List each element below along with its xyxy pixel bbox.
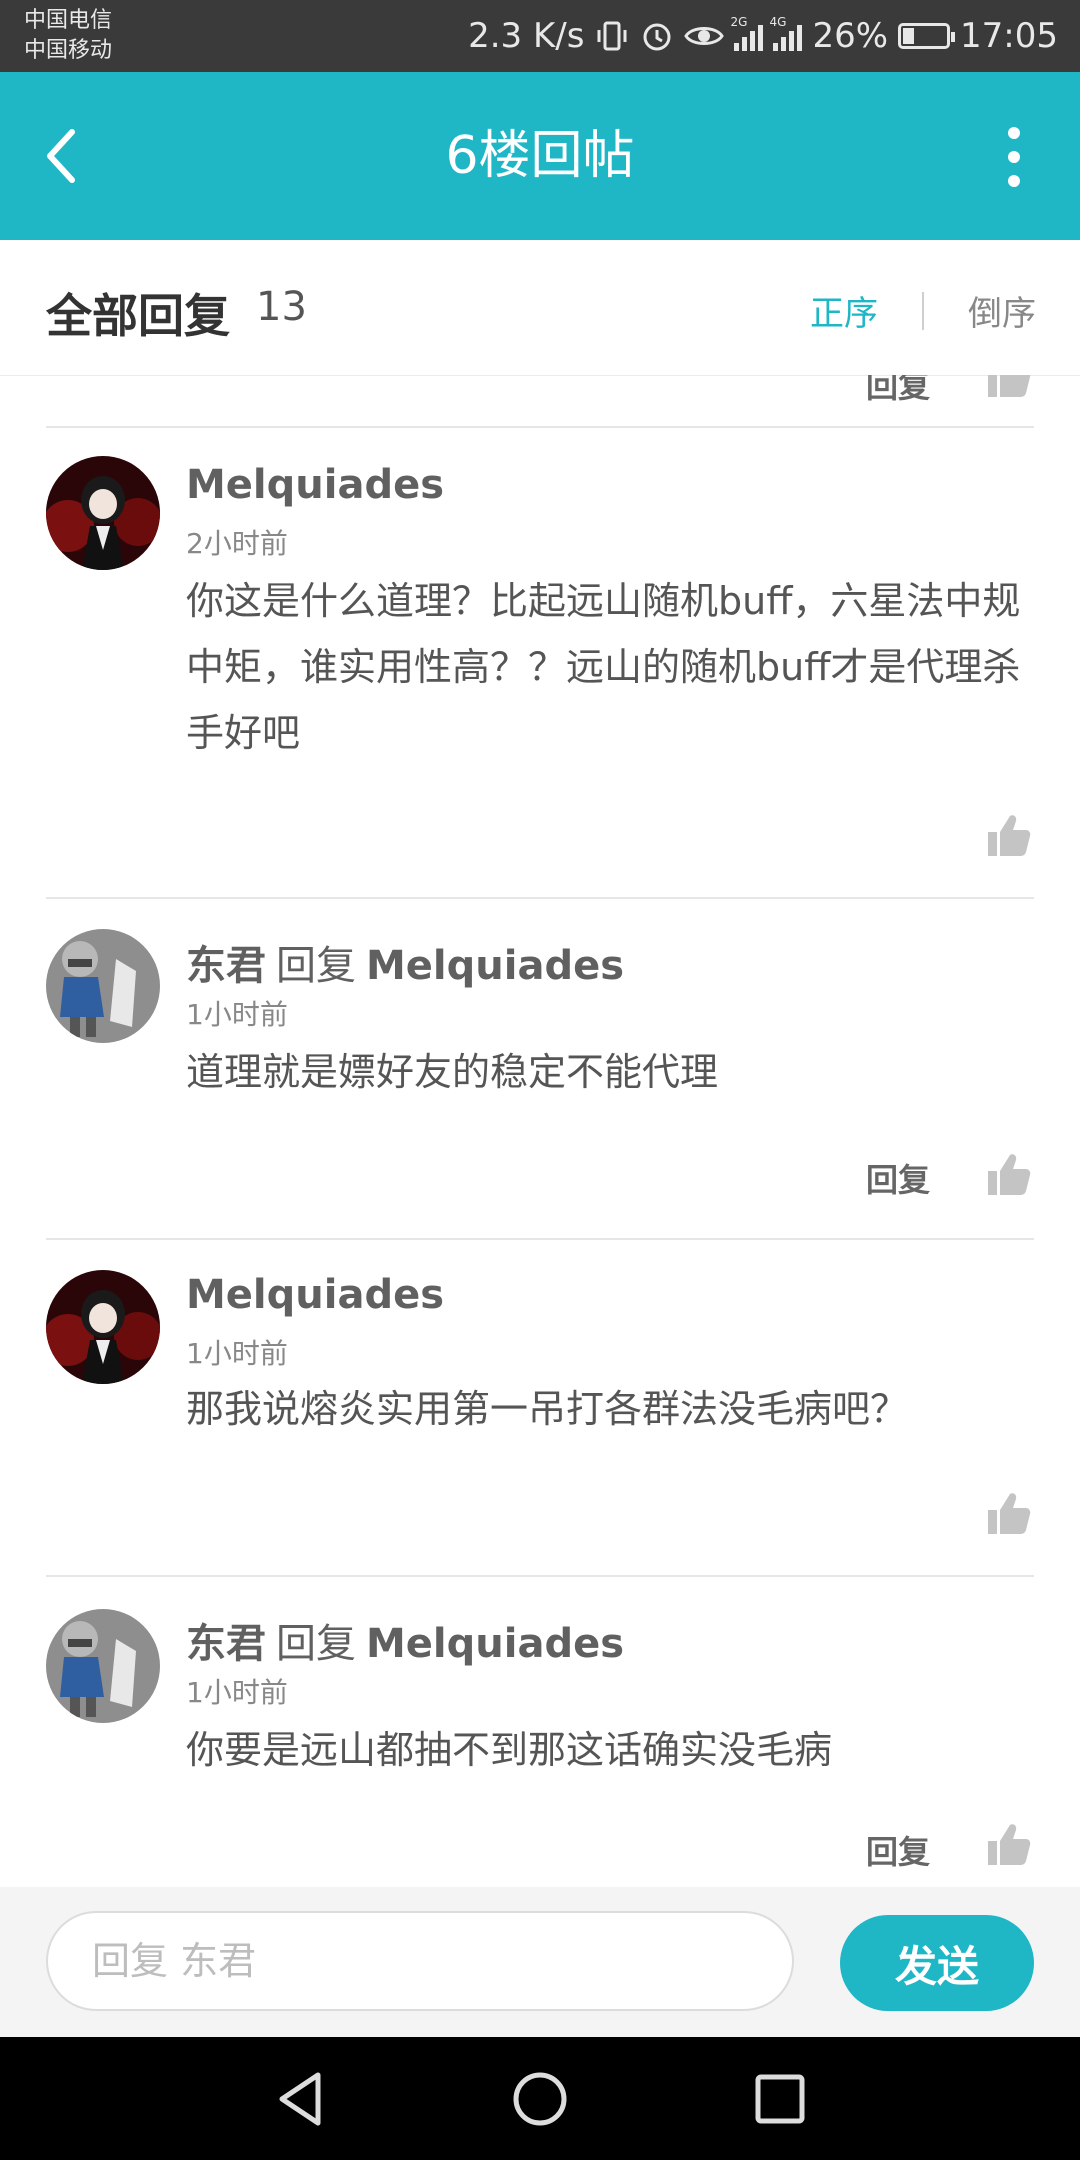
carrier-1: 中国电信 xyxy=(24,8,113,33)
square-recent-icon[interactable] xyxy=(748,2067,812,2131)
dark-anime-avatar-icon xyxy=(46,1270,160,1384)
status-bar: 中国电信 中国移动 2.3 K/s 2G 4G 26% 17:05 xyxy=(0,0,1080,72)
thumbs-up-icon[interactable] xyxy=(984,1149,1034,1199)
thumbs-up-icon[interactable] xyxy=(984,1488,1034,1538)
carrier-info: 中国电信 中国移动 xyxy=(24,6,112,66)
battery-icon xyxy=(898,23,956,49)
triangle-back-icon[interactable] xyxy=(270,2067,334,2131)
sort-divider xyxy=(922,291,924,330)
list-item: 东君 回复 Melquiades 1小时前 道理就是嫖好友的稳定不能代理 回复 xyxy=(0,899,1080,1238)
reply-word: 回复 xyxy=(276,1621,356,1667)
reply-time: 1小时前 xyxy=(186,998,288,1031)
list-item: 东君 回复 Melquiades 1小时前 你要是远山都抽不到那这话确实没毛病 回复 xyxy=(0,1577,1080,1887)
signal-4g-icon: 4G xyxy=(769,15,803,51)
thumbs-up-icon[interactable] xyxy=(984,1819,1034,1869)
more-options-button[interactable] xyxy=(984,122,1044,192)
reply-button[interactable]: 回复 xyxy=(866,1155,930,1201)
reply-content[interactable]: 那我说熔炎实用第一吊打各群法没毛病吧？ xyxy=(186,1376,1026,1442)
more-vertical-icon xyxy=(1008,127,1020,139)
network-speed: 2.3 K/s xyxy=(468,16,585,56)
reply-target-name[interactable]: Melquiades xyxy=(366,943,624,989)
avatar[interactable] xyxy=(46,456,160,570)
reply-time: 2小时前 xyxy=(186,527,288,560)
reply-word: 回复 xyxy=(276,943,356,989)
dark-anime-avatar-icon xyxy=(46,456,160,570)
signal-4g-tag: 4G xyxy=(769,15,787,29)
author-name[interactable]: 东君 xyxy=(186,1621,266,1667)
alarm-icon xyxy=(640,19,674,53)
reply-target-name[interactable]: Melquiades xyxy=(366,1621,624,1667)
replies-title: 全部回复 xyxy=(46,289,230,343)
thumbs-up-icon[interactable] xyxy=(984,810,1034,860)
author-name[interactable]: Melquiades xyxy=(186,462,444,508)
circle-home-icon[interactable] xyxy=(508,2067,572,2131)
avatar[interactable] xyxy=(46,1270,160,1384)
knight-avatar-icon xyxy=(46,1609,160,1723)
author-name[interactable]: 东君 xyxy=(186,943,266,989)
reply-input-bar: 发送 xyxy=(0,1887,1080,2037)
thumbs-up-icon[interactable] xyxy=(984,375,1034,401)
reply-list[interactable]: 回复 Melquiades 2小时前 你这是什么道理？比起远山随机buff，六星… xyxy=(0,375,1080,1887)
partial-reply-button[interactable]: 回复 xyxy=(866,375,930,407)
reply-content[interactable]: 道理就是嫖好友的稳定不能代理 xyxy=(186,1039,1026,1105)
author-name[interactable]: Melquiades xyxy=(186,1272,444,1318)
replies-count: 13 xyxy=(256,284,307,330)
send-button[interactable]: 发送 xyxy=(840,1915,1034,2011)
vibrate-icon xyxy=(594,18,630,54)
replies-header: 全部回复 13 正序 倒序 xyxy=(0,240,1080,376)
page-title: 6楼回帖 xyxy=(445,126,635,186)
clock: 17:05 xyxy=(960,16,1058,56)
reply-content[interactable]: 你这是什么道理？比起远山随机buff，六星法中规中矩，谁实用性高？？远山的随机b… xyxy=(186,568,1026,766)
reply-button[interactable]: 回复 xyxy=(866,1827,930,1873)
carrier-2: 中国移动 xyxy=(24,38,113,63)
knight-avatar-icon xyxy=(46,929,160,1043)
sort-descending-button[interactable]: 倒序 xyxy=(968,286,1036,335)
battery-percent: 26% xyxy=(812,16,889,56)
list-item: Melquiades 1小时前 那我说熔炎实用第一吊打各群法没毛病吧？ xyxy=(0,1240,1080,1575)
reply-time: 1小时前 xyxy=(186,1676,288,1709)
reply-content[interactable]: 你要是远山都抽不到那这话确实没毛病 xyxy=(186,1717,1026,1783)
reply-time: 1小时前 xyxy=(186,1337,288,1370)
reply-input[interactable] xyxy=(46,1911,794,2011)
sort-toggle: 正序 倒序 xyxy=(810,286,1036,335)
signal-2g-icon: 2G xyxy=(730,15,764,51)
system-nav-bar xyxy=(0,2037,1080,2160)
list-item: Melquiades 2小时前 你这是什么道理？比起远山随机buff，六星法中规… xyxy=(0,428,1080,897)
avatar[interactable] xyxy=(46,1609,160,1723)
signal-2g-tag: 2G xyxy=(730,15,748,29)
sort-ascending-button[interactable]: 正序 xyxy=(810,286,878,335)
avatar[interactable] xyxy=(46,929,160,1043)
status-indicators: 2.3 K/s 2G 4G 26% 17:05 xyxy=(468,0,1058,72)
eye-icon xyxy=(684,21,725,51)
app-bar: 6楼回帖 xyxy=(0,72,1080,240)
